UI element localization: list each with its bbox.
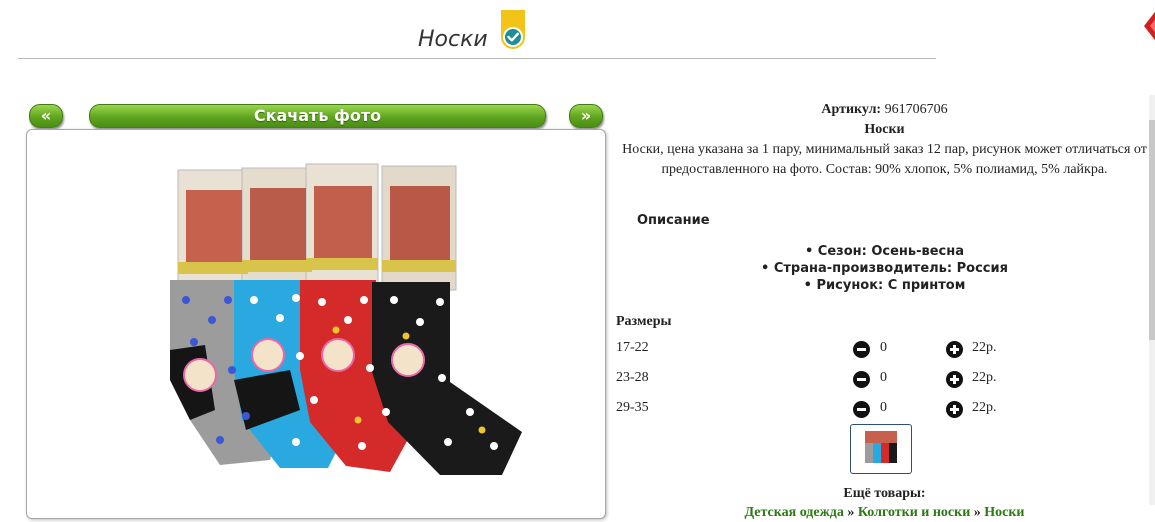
sku-line: Артикул: 961706706	[612, 100, 1155, 120]
product-description: Носки, цена указана за 1 пару, минимальн…	[622, 142, 1147, 177]
size-row: 29-35 0 22р.	[616, 400, 1036, 420]
quantity-value[interactable]: 0	[880, 340, 887, 356]
scrollbar-thumb[interactable]	[1149, 120, 1155, 340]
property-pattern: • Рисунок: С принтом	[803, 278, 966, 293]
minus-icon[interactable]	[853, 401, 870, 418]
breadcrumb-tights-socks[interactable]: Колготки и носки	[858, 505, 970, 520]
size-row: 23-28 0 22р.	[616, 370, 1036, 390]
corner-decoration-icon	[1144, 11, 1155, 41]
product-name: Носки	[864, 122, 905, 137]
breadcrumb-separator: »	[847, 505, 855, 520]
page-title: Носки	[418, 27, 488, 52]
quantity-value[interactable]: 0	[880, 370, 887, 386]
verified-badge-icon	[501, 10, 525, 49]
price: 22р.	[972, 370, 997, 385]
size-label: 17-22	[616, 340, 649, 355]
breadcrumb: Детская одежда » Колготки и носки » Носк…	[612, 505, 1155, 521]
breadcrumb-separator: »	[973, 505, 981, 520]
plus-icon[interactable]	[946, 371, 963, 388]
property-season: • Сезон: Осень-весна	[804, 244, 965, 259]
size-label: 29-35	[616, 400, 649, 415]
price: 22р.	[972, 340, 997, 355]
plus-icon[interactable]	[946, 401, 963, 418]
price: 22р.	[972, 400, 997, 415]
clipped-text	[622, 476, 634, 482]
breadcrumb-socks[interactable]: Носки	[984, 505, 1024, 520]
product-info: Артикул: 961706706 Носки Носки, цена ука…	[612, 100, 1155, 180]
header-divider	[18, 58, 936, 59]
sku-label: Артикул:	[821, 102, 882, 117]
more-products-title: Ещё товары:	[843, 486, 926, 501]
product-photo[interactable]	[150, 150, 530, 495]
property-country: • Страна-производитель: Россия	[761, 261, 1008, 276]
next-photo-button[interactable]: »	[569, 104, 603, 128]
download-photo-button[interactable]: Скачать фото	[89, 104, 546, 128]
quantity-value[interactable]: 0	[880, 400, 887, 416]
minus-icon[interactable]	[853, 371, 870, 388]
product-thumbnail[interactable]	[850, 424, 912, 474]
size-label: 23-28	[616, 370, 649, 385]
sizes-title: Размеры	[616, 314, 672, 329]
plus-icon[interactable]	[946, 341, 963, 358]
minus-icon[interactable]	[853, 341, 870, 358]
sku-value: 961706706	[884, 102, 948, 117]
prev-photo-button[interactable]: «	[29, 104, 63, 128]
size-row: 17-22 0 22р.	[616, 340, 1036, 360]
breadcrumb-kids-clothing[interactable]: Детская одежда	[744, 505, 843, 520]
description-title: Описание	[637, 213, 710, 228]
properties-list: • Сезон: Осень-весна • Страна-производит…	[612, 243, 1155, 294]
